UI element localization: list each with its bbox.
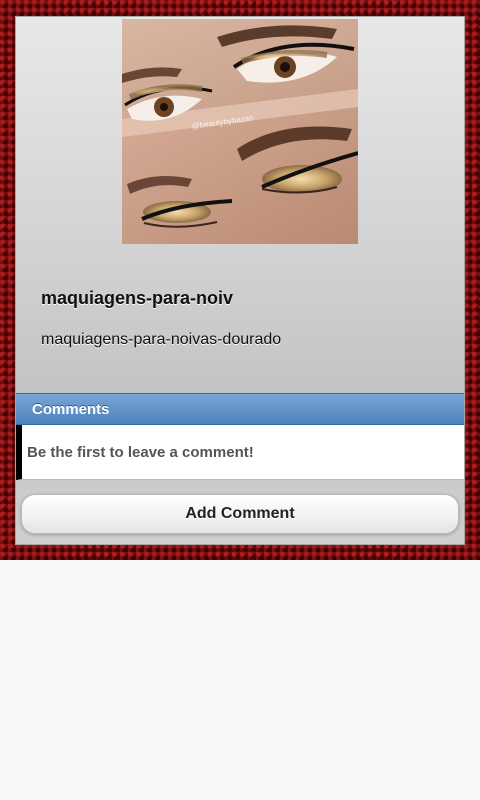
post-title: maquiagens-para-noiv [41, 288, 234, 308]
decorative-frame: @beautybybazan maquiagens-para-noiv maqu… [0, 0, 480, 560]
post-image[interactable]: @beautybybazan [122, 19, 358, 244]
comments-list: Be the first to leave a comment! [16, 425, 464, 480]
comments-header-label: Comments [32, 401, 110, 418]
comments-header: Comments [16, 393, 464, 425]
content-panel: @beautybybazan maquiagens-para-noiv maqu… [15, 16, 465, 545]
post-description: maquiagens-para-noivas-dourado [41, 331, 282, 348]
add-comment-button[interactable]: Add Comment [21, 494, 459, 534]
empty-comments-message: Be the first to leave a comment! [27, 444, 254, 461]
